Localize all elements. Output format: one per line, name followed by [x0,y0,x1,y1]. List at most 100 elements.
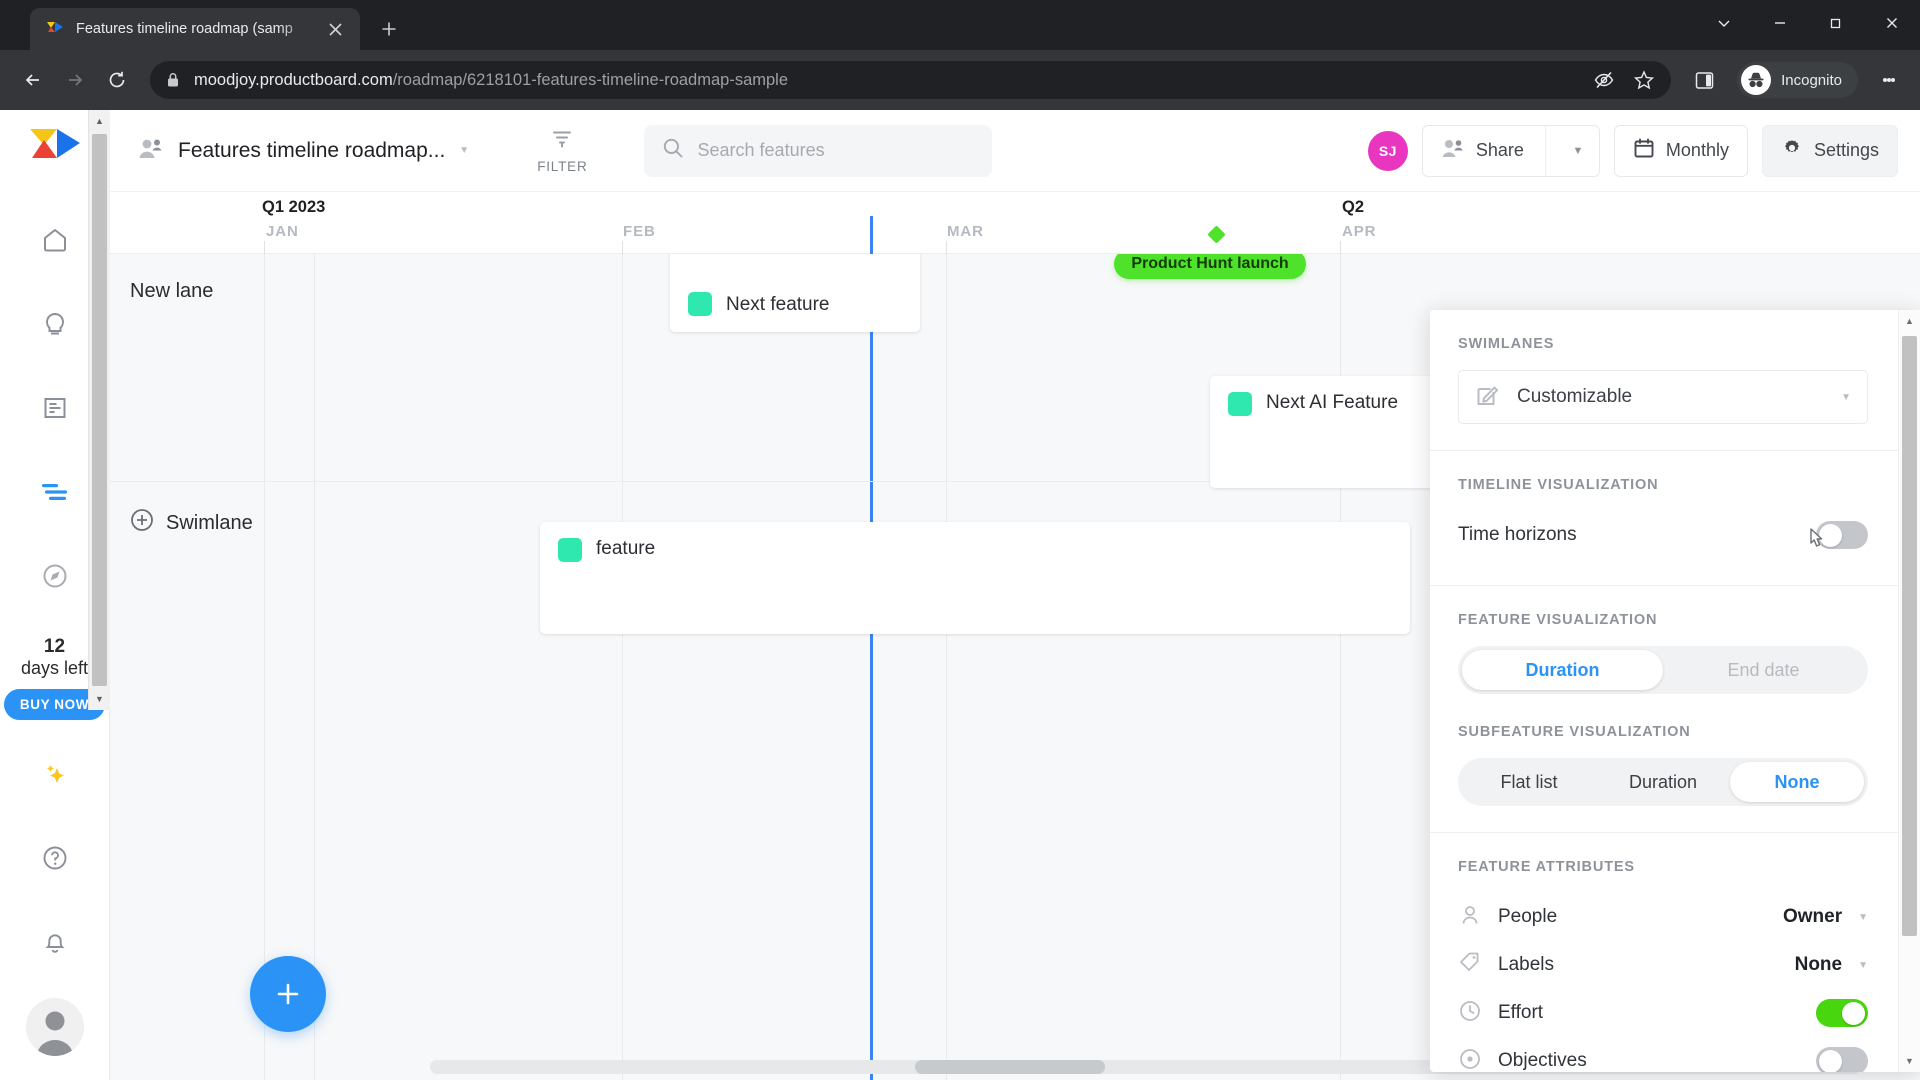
timeline-header: Q1 2023 JAN FEB MAR Q2 APR [110,192,1920,254]
feature-card[interactable]: feature [540,522,1410,634]
triangle-down-icon[interactable]: ▼ [1899,1050,1920,1072]
tab-search-button[interactable] [1696,0,1752,46]
avatar[interactable] [25,998,84,1056]
section-title: FEATURE VISUALIZATION [1458,612,1658,628]
attribute-value[interactable]: Owner [1783,906,1842,928]
button-divider [1544,125,1546,176]
url-domain: moodjoy.productboard.com [194,70,393,89]
filter-button[interactable]: FILTER [537,127,587,174]
sidebar-item-whats-new[interactable] [27,746,83,802]
roadmap-title-group[interactable]: Features timeline roadmap... ▼ [138,137,469,164]
feature-viz-option-end-date[interactable]: End date [1663,650,1864,690]
productboard-logo[interactable] [27,126,83,172]
user-avatar-initials[interactable]: SJ [1367,130,1408,171]
share-people-icon [1441,138,1465,163]
sidebar-scrollbar[interactable]: ▲ ▼ [88,110,110,710]
section-title: FEATURE ATTRIBUTES [1458,859,1635,875]
feature-name: Next feature [726,294,830,315]
feature-name: feature [596,538,656,559]
settings-button[interactable]: Settings [1761,124,1898,177]
attribute-label: Labels [1498,954,1554,975]
incognito-label: Incognito [1781,71,1842,89]
triangle-up-icon[interactable]: ▲ [89,110,110,132]
feature-name: Next AI Feature [1266,392,1399,413]
share-chevron-down-icon[interactable]: ▼ [1557,145,1599,157]
add-feature-button[interactable] [250,956,326,1032]
scrollbar-thumb[interactable] [915,1060,1105,1074]
browser-tab[interactable]: Features timeline roadmap (samp [30,8,360,50]
milestone-pill[interactable]: Product Hunt launch [1114,254,1306,279]
scrollbar-thumb[interactable] [1902,336,1917,936]
side-panel-icon[interactable] [1685,61,1723,99]
close-icon[interactable] [322,16,348,42]
chevron-down-icon[interactable]: ▼ [1858,912,1868,923]
sidebar-item-notifications[interactable] [27,914,83,970]
timeline-month-label: APR [1342,223,1377,240]
arrow-right-icon[interactable] [56,61,94,99]
objectives-toggle[interactable] [1816,1047,1868,1072]
sidebar-item-portal[interactable] [27,548,83,604]
attribute-row-labels: Labels None ▼ [1458,941,1868,989]
minimize-button[interactable] [1752,0,1808,46]
roadmap-toolbar: Features timeline roadmap... ▼ FILTER Se… [110,110,1920,192]
feature-color-swatch [1228,392,1252,416]
page-body: 12 days left BUY NOW ▲ ▼ Features timeli… [0,110,1920,1080]
filter-icon [550,127,574,156]
swimlanes-select[interactable]: Customizable ▼ [1458,370,1868,424]
reload-icon[interactable] [98,61,136,99]
attribute-value[interactable]: None [1795,954,1843,976]
maximize-button[interactable] [1808,0,1864,46]
feature-viz-option-duration[interactable]: Duration [1462,650,1663,690]
subfeature-visualization-segmented: Flat list Duration None [1458,758,1868,806]
timeframe-button[interactable]: Monthly [1613,124,1748,177]
address-bar[interactable]: moodjoy.productboard.com/roadmap/6218101… [150,61,1672,99]
feature-card[interactable]: Next feature [670,254,920,332]
sidebar-item-insights[interactable] [27,296,83,352]
incognito-indicator[interactable]: Incognito [1737,62,1858,98]
address-bar-url: moodjoy.productboard.com/roadmap/6218101… [194,71,788,90]
sidebar-item-help[interactable] [27,830,83,886]
time-horizons-label: Time horizons [1458,524,1577,545]
subfeature-viz-option-flat-list[interactable]: Flat list [1462,762,1596,802]
section-title: TIMELINE VISUALIZATION [1458,477,1659,493]
eye-slash-icon[interactable] [1593,69,1615,91]
new-tab-button[interactable] [372,12,406,46]
subfeature-viz-option-none[interactable]: None [1730,762,1864,802]
timeline-quarter-label: Q1 2023 [262,198,326,216]
scrollbar-thumb[interactable] [92,134,107,686]
chevron-down-icon[interactable]: ▼ [459,145,469,156]
search-input[interactable]: Search features [643,124,992,177]
close-window-button[interactable] [1864,0,1920,46]
milestone-diamond-icon[interactable] [1207,225,1226,244]
toolbar-right-group: SJ Share ▼ Monthly Settings [1367,124,1898,177]
settings-panel-scrollbar[interactable]: ▲ ▼ [1898,310,1920,1072]
settings-section-feature-attributes: FEATURE ATTRIBUTES People Owner ▼ Labels… [1430,833,1898,1072]
browser-toolbar: moodjoy.productboard.com/roadmap/6218101… [0,50,1920,110]
attribute-row-effort: Effort [1458,989,1868,1037]
chevron-down-icon[interactable]: ▼ [1858,960,1868,971]
sidebar-item-home[interactable] [27,212,83,268]
omnibox-actions [1579,69,1655,91]
timeline-month-label: MAR [947,223,984,240]
star-icon[interactable] [1633,69,1655,91]
time-horizons-toggle[interactable] [1816,521,1868,549]
triangle-down-icon[interactable]: ▼ [89,688,110,710]
timeline-tick [1340,241,1341,254]
triangle-up-icon[interactable]: ▲ [1899,310,1920,332]
arrow-left-icon[interactable] [14,61,52,99]
attribute-label: Effort [1498,1002,1544,1023]
chevron-down-icon[interactable]: ▼ [1841,392,1851,403]
time-horizons-row: Time horizons [1458,511,1868,559]
attribute-label: Objectives [1498,1050,1587,1071]
effort-toggle[interactable] [1816,999,1868,1027]
attribute-label: People [1498,906,1558,927]
page-title: Features timeline roadmap... [178,138,446,162]
subfeature-viz-option-duration[interactable]: Duration [1596,762,1730,802]
timeline-tick [622,241,623,254]
kebab-menu-icon[interactable] [1872,63,1906,97]
productboard-logo-icon [46,20,64,38]
sidebar-item-features[interactable] [27,380,83,436]
share-button[interactable]: Share ▼ [1421,124,1600,177]
person-icon [1458,903,1482,932]
sidebar-item-roadmaps[interactable] [27,464,83,520]
